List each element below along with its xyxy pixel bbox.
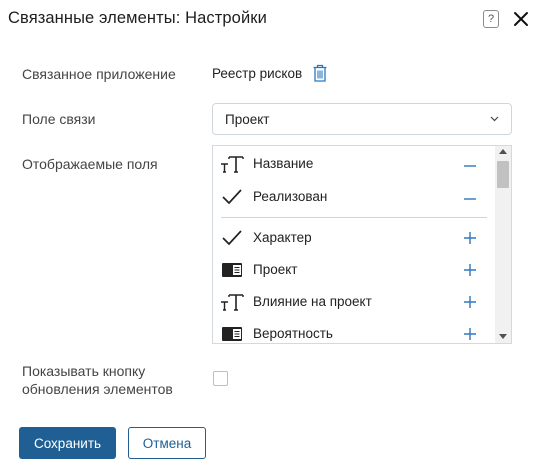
- list-item[interactable]: Вероятность: [213, 320, 495, 343]
- close-button[interactable]: [511, 9, 531, 29]
- plus-icon: [464, 328, 476, 340]
- plus-icon: [464, 296, 476, 308]
- card-type-icon: [220, 260, 244, 280]
- list-item[interactable]: Проект: [213, 256, 495, 284]
- help-button[interactable]: ?: [483, 10, 499, 28]
- field-label: Вероятность: [253, 326, 333, 341]
- minus-icon: [464, 165, 476, 167]
- add-field-button[interactable]: [462, 326, 478, 342]
- link-field-select[interactable]: Проект: [212, 103, 512, 135]
- field-label: Характер: [253, 230, 312, 245]
- display-fields-label: Отображаемые поля: [22, 156, 158, 172]
- field-label: Название: [253, 156, 314, 171]
- show-refresh-button-label: Показывать кнопку обновления элементов: [22, 363, 173, 397]
- list-item[interactable]: Характер: [213, 224, 495, 252]
- field-label: Влияние на проект: [253, 294, 372, 309]
- card-type-icon: [220, 324, 244, 343]
- list-divider: [221, 217, 487, 218]
- list-scrollbar[interactable]: [495, 146, 511, 343]
- scrollbar-thumb[interactable]: [497, 161, 509, 188]
- checkmark-icon: [220, 187, 244, 207]
- related-app-label: Связанное приложение: [22, 66, 176, 82]
- scroll-up-arrow-icon[interactable]: [499, 149, 507, 154]
- dialog-title: Связанные элементы: Настройки: [8, 9, 267, 27]
- remove-field-button[interactable]: [462, 189, 478, 205]
- cancel-button[interactable]: Отмена: [128, 427, 206, 459]
- save-button[interactable]: Сохранить: [19, 427, 116, 459]
- scroll-down-arrow-icon[interactable]: [499, 334, 507, 339]
- add-field-button[interactable]: [462, 230, 478, 246]
- chevron-down-icon: [490, 116, 499, 122]
- text-type-icon: [220, 154, 244, 174]
- add-field-button[interactable]: [462, 294, 478, 310]
- trash-icon: [313, 64, 327, 82]
- close-icon: [514, 12, 528, 26]
- add-field-button[interactable]: [462, 262, 478, 278]
- text-type-icon: [220, 292, 244, 312]
- list-item[interactable]: Влияние на проект: [213, 288, 495, 316]
- field-label: Реализован: [253, 189, 328, 204]
- display-fields-list: Название Реализован Характер Проект Влия…: [212, 145, 512, 344]
- link-field-label: Поле связи: [22, 111, 96, 127]
- show-refresh-button-checkbox[interactable]: [213, 371, 228, 386]
- checkmark-icon: [220, 228, 244, 248]
- plus-icon: [464, 264, 476, 276]
- link-field-value: Проект: [225, 112, 270, 127]
- plus-icon: [464, 232, 476, 244]
- list-item[interactable]: Реализован: [213, 183, 495, 211]
- list-item[interactable]: Название: [213, 150, 495, 178]
- settings-dialog: Связанные элементы: Настройки ? Связанно…: [0, 0, 535, 473]
- remove-field-button[interactable]: [462, 156, 478, 172]
- related-app-value: Реестр рисков: [212, 66, 303, 81]
- delete-app-button[interactable]: [312, 64, 328, 83]
- field-label: Проект: [253, 262, 298, 277]
- minus-icon: [464, 198, 476, 200]
